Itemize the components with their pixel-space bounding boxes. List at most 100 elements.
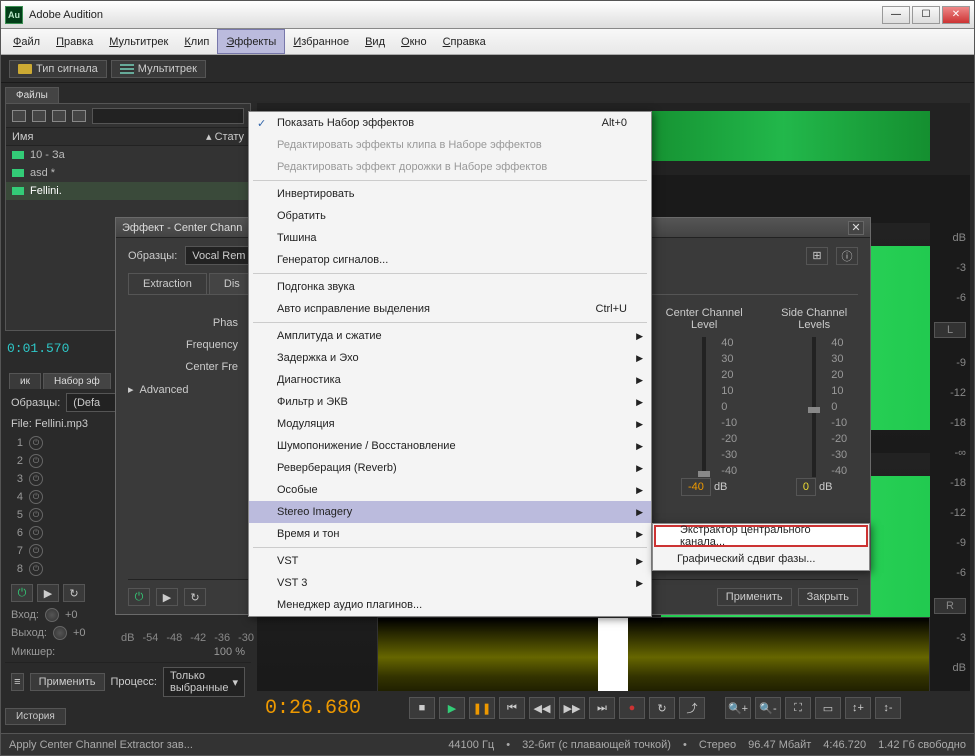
menu-item-обратить[interactable]: Обратить xyxy=(249,205,651,227)
rack-menu-button[interactable]: ≡ xyxy=(11,673,24,691)
zoom-out-button[interactable]: 🔍- xyxy=(755,697,781,719)
tick-label: -30 xyxy=(831,449,847,461)
slot-power-icon[interactable]: ⏻ xyxy=(29,454,43,468)
menu-item-особые[interactable]: Особые▶ xyxy=(249,479,651,501)
open-file-icon[interactable] xyxy=(12,110,26,122)
effect-dialog-close[interactable]: ✕ xyxy=(848,221,864,235)
menu-item-амплитуда-и-сжатие[interactable]: Амплитуда и сжатие▶ xyxy=(249,325,651,347)
slot-power-icon[interactable]: ⏻ xyxy=(29,562,43,576)
forward-button[interactable]: ▶▶ xyxy=(559,697,585,719)
skip-end-button[interactable]: ⏭ xyxy=(589,697,615,719)
menu-эффекты[interactable]: Эффекты xyxy=(217,29,285,54)
loop-playback-button[interactable]: ↻ xyxy=(649,697,675,719)
fx-apply-button[interactable]: Применить xyxy=(717,588,792,606)
record-icon[interactable] xyxy=(52,110,66,122)
menu-вид[interactable]: Вид xyxy=(357,29,393,54)
history-tab[interactable]: История xyxy=(5,708,66,725)
menu-мультитрек[interactable]: Мультитрек xyxy=(101,29,176,54)
input-knob[interactable] xyxy=(45,608,59,622)
audio-file-icon xyxy=(12,151,24,159)
tick-label: 40 xyxy=(831,337,847,349)
menu-item-задержка-и-эхо[interactable]: Задержка и Эхо▶ xyxy=(249,347,651,369)
menu-item-подгонка-звука[interactable]: Подгонка звука xyxy=(249,276,651,298)
slot-power-icon[interactable]: ⏻ xyxy=(29,436,43,450)
search-input[interactable] xyxy=(92,108,244,124)
slot-power-icon[interactable]: ⏻ xyxy=(29,508,43,522)
col-name[interactable]: Имя xyxy=(12,131,206,143)
col-status[interactable]: ▴ Стату xyxy=(206,130,244,143)
menu-item-фильтр-и-экв[interactable]: Фильтр и ЭКВ▶ xyxy=(249,391,651,413)
menu-item-время-и-тон[interactable]: Время и тон▶ xyxy=(249,523,651,545)
file-row[interactable]: Fellini. xyxy=(6,182,250,200)
menu-справка[interactable]: Справка xyxy=(435,29,494,54)
menu-item-модуляция[interactable]: Модуляция▶ xyxy=(249,413,651,435)
menu-item-инвертировать[interactable]: Инвертировать xyxy=(249,183,651,205)
close-button[interactable]: ✕ xyxy=(942,6,970,24)
skip-start-button[interactable]: ⏮ xyxy=(499,697,525,719)
menu-избранное[interactable]: Избранное xyxy=(285,29,357,54)
fx-preview-button[interactable]: ▶ xyxy=(156,588,178,606)
fx-save-preset-icon[interactable]: ⊞ xyxy=(806,247,828,265)
menu-item-диагностика[interactable]: Диагностика▶ xyxy=(249,369,651,391)
pause-button[interactable]: ❚❚ xyxy=(469,697,495,719)
play-preview-button[interactable]: ▶ xyxy=(37,584,59,602)
db-tick: -6 xyxy=(934,567,966,579)
output-knob[interactable] xyxy=(53,626,67,640)
stop-button[interactable]: ■ xyxy=(409,697,435,719)
menu-item-vst[interactable]: VST▶ xyxy=(249,550,651,572)
side-db-value[interactable]: 0 xyxy=(796,478,816,496)
submenu-item[interactable]: Экстрактор центрального канала... xyxy=(654,525,868,547)
fx-loop-button[interactable]: ↻ xyxy=(184,588,206,606)
slot-power-icon[interactable]: ⏻ xyxy=(29,490,43,504)
extraction-tab[interactable]: Extraction xyxy=(128,273,207,294)
rewind-button[interactable]: ◀◀ xyxy=(529,697,555,719)
loop-button[interactable]: ↻ xyxy=(63,584,85,602)
menu-item-реверберация--reverb[interactable]: Реверберация (Reverb)▶ xyxy=(249,457,651,479)
menu-файл[interactable]: Файл xyxy=(5,29,48,54)
menu-клип[interactable]: Клип xyxy=(176,29,217,54)
menu-item-шумопонижение---восс[interactable]: Шумопонижение / Восстановление▶ xyxy=(249,435,651,457)
center-db-value[interactable]: -40 xyxy=(681,478,711,496)
zoom-in-button[interactable]: 🔍+ xyxy=(725,697,751,719)
power-button[interactable]: ⏻ xyxy=(11,584,33,602)
rack-tab-2[interactable]: Набор эф xyxy=(43,373,111,389)
zoom-in-vert-button[interactable]: ↕+ xyxy=(845,697,871,719)
play-button[interactable]: ▶ xyxy=(439,697,465,719)
file-row[interactable]: asd * xyxy=(6,164,250,182)
process-dropdown[interactable]: Только выбранные▾ xyxy=(163,667,245,697)
slot-power-icon[interactable]: ⏻ xyxy=(29,526,43,540)
trash-icon[interactable] xyxy=(72,110,86,122)
record-button[interactable]: ● xyxy=(619,697,645,719)
menu-item-менеджер-аудио-плаги[interactable]: Менеджер аудио плагинов... xyxy=(249,594,651,616)
menu-item-авто-исправление-выд[interactable]: Авто исправление выделенияCtrl+U xyxy=(249,298,651,320)
file-row[interactable]: 10 - За xyxy=(6,146,250,164)
menu-item-генератор-сигналов--[interactable]: Генератор сигналов... xyxy=(249,249,651,271)
menu-item-показать-набор-эффек[interactable]: ✓Показать Набор эффектовAlt+0 xyxy=(249,112,651,134)
menu-item-vst-3[interactable]: VST 3▶ xyxy=(249,572,651,594)
rack-tab-1[interactable]: ик xyxy=(9,373,41,389)
fx-help-icon[interactable]: ⓘ xyxy=(836,247,858,265)
maximize-button[interactable]: ☐ xyxy=(912,6,940,24)
slot-power-icon[interactable]: ⏻ xyxy=(29,544,43,558)
apply-rack-button[interactable]: Применить xyxy=(30,673,105,691)
minimize-button[interactable]: — xyxy=(882,6,910,24)
menu-правка[interactable]: Правка xyxy=(48,29,101,54)
tick-label: -20 xyxy=(831,433,847,445)
signal-type-button[interactable]: Тип сигнала xyxy=(9,60,107,78)
side-level-slider[interactable]: 403020100-10-20-30-40 xyxy=(799,337,829,477)
return-button[interactable]: ⤴ xyxy=(679,697,705,719)
files-tab[interactable]: Файлы xyxy=(5,87,59,103)
menu-item-тишина[interactable]: Тишина xyxy=(249,227,651,249)
multitrack-button[interactable]: Мультитрек xyxy=(111,60,206,78)
center-level-slider[interactable]: 403020100-10-20-30-40 xyxy=(689,337,719,477)
import-icon[interactable] xyxy=(32,110,46,122)
menu-окно[interactable]: Окно xyxy=(393,29,435,54)
zoom-sel-button[interactable]: ▭ xyxy=(815,697,841,719)
zoom-out-vert-button[interactable]: ↕- xyxy=(875,697,901,719)
menu-item-stereo-imagery[interactable]: Stereo Imagery▶ xyxy=(249,501,651,523)
fx-close-button[interactable]: Закрыть xyxy=(798,588,858,606)
submenu-item[interactable]: Графический сдвиг фазы... xyxy=(653,548,869,570)
zoom-full-button[interactable]: ⛶ xyxy=(785,697,811,719)
slot-power-icon[interactable]: ⏻ xyxy=(29,472,43,486)
fx-power-button[interactable]: ⏻ xyxy=(128,588,150,606)
